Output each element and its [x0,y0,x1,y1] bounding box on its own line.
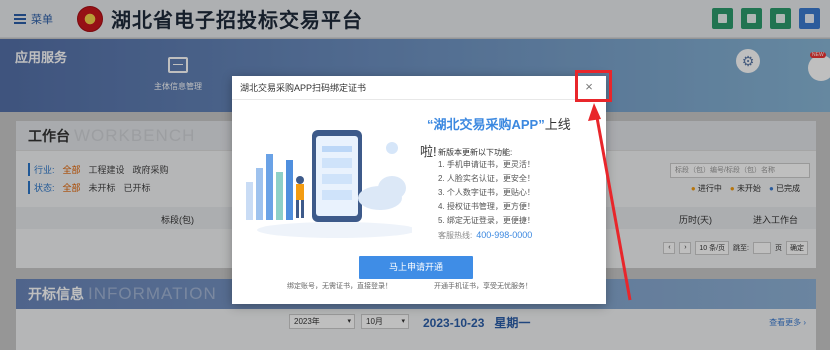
annotation-arrow [588,103,632,301]
